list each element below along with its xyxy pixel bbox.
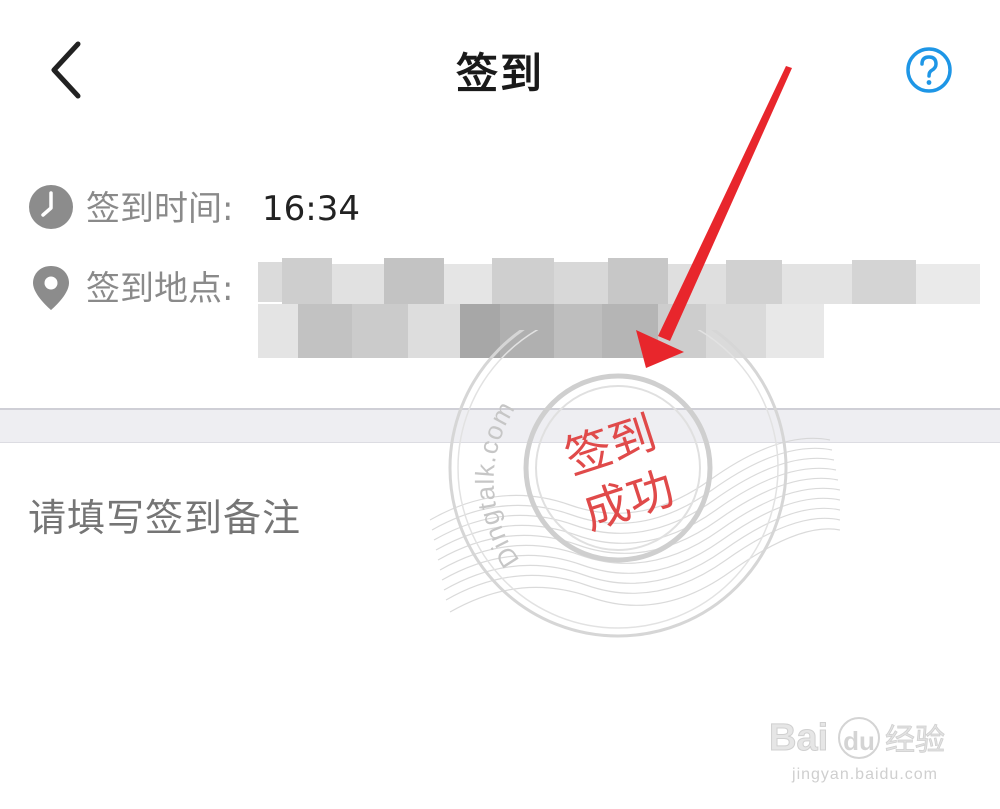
time-label: 签到时间: — [86, 189, 234, 229]
svg-text:经验: 经验 — [885, 723, 945, 758]
checkin-success-stamp: 签到 成功 Dingtalk.com — [420, 298, 841, 660]
baidu-watermark: Bai du 经验 — [765, 706, 965, 766]
location-pin-icon — [30, 264, 76, 310]
question-circle-icon — [906, 47, 952, 93]
clock-icon — [28, 184, 74, 230]
location-label: 签到地点: — [86, 269, 234, 309]
help-button[interactable] — [903, 44, 955, 96]
time-value: 16:34 — [262, 189, 360, 229]
svg-text:du: du — [843, 726, 875, 756]
baidu-watermark-url: jingyan.baidu.com — [792, 766, 938, 783]
svg-text:Bai: Bai — [769, 717, 828, 759]
page-title: 签到 — [455, 49, 544, 98]
